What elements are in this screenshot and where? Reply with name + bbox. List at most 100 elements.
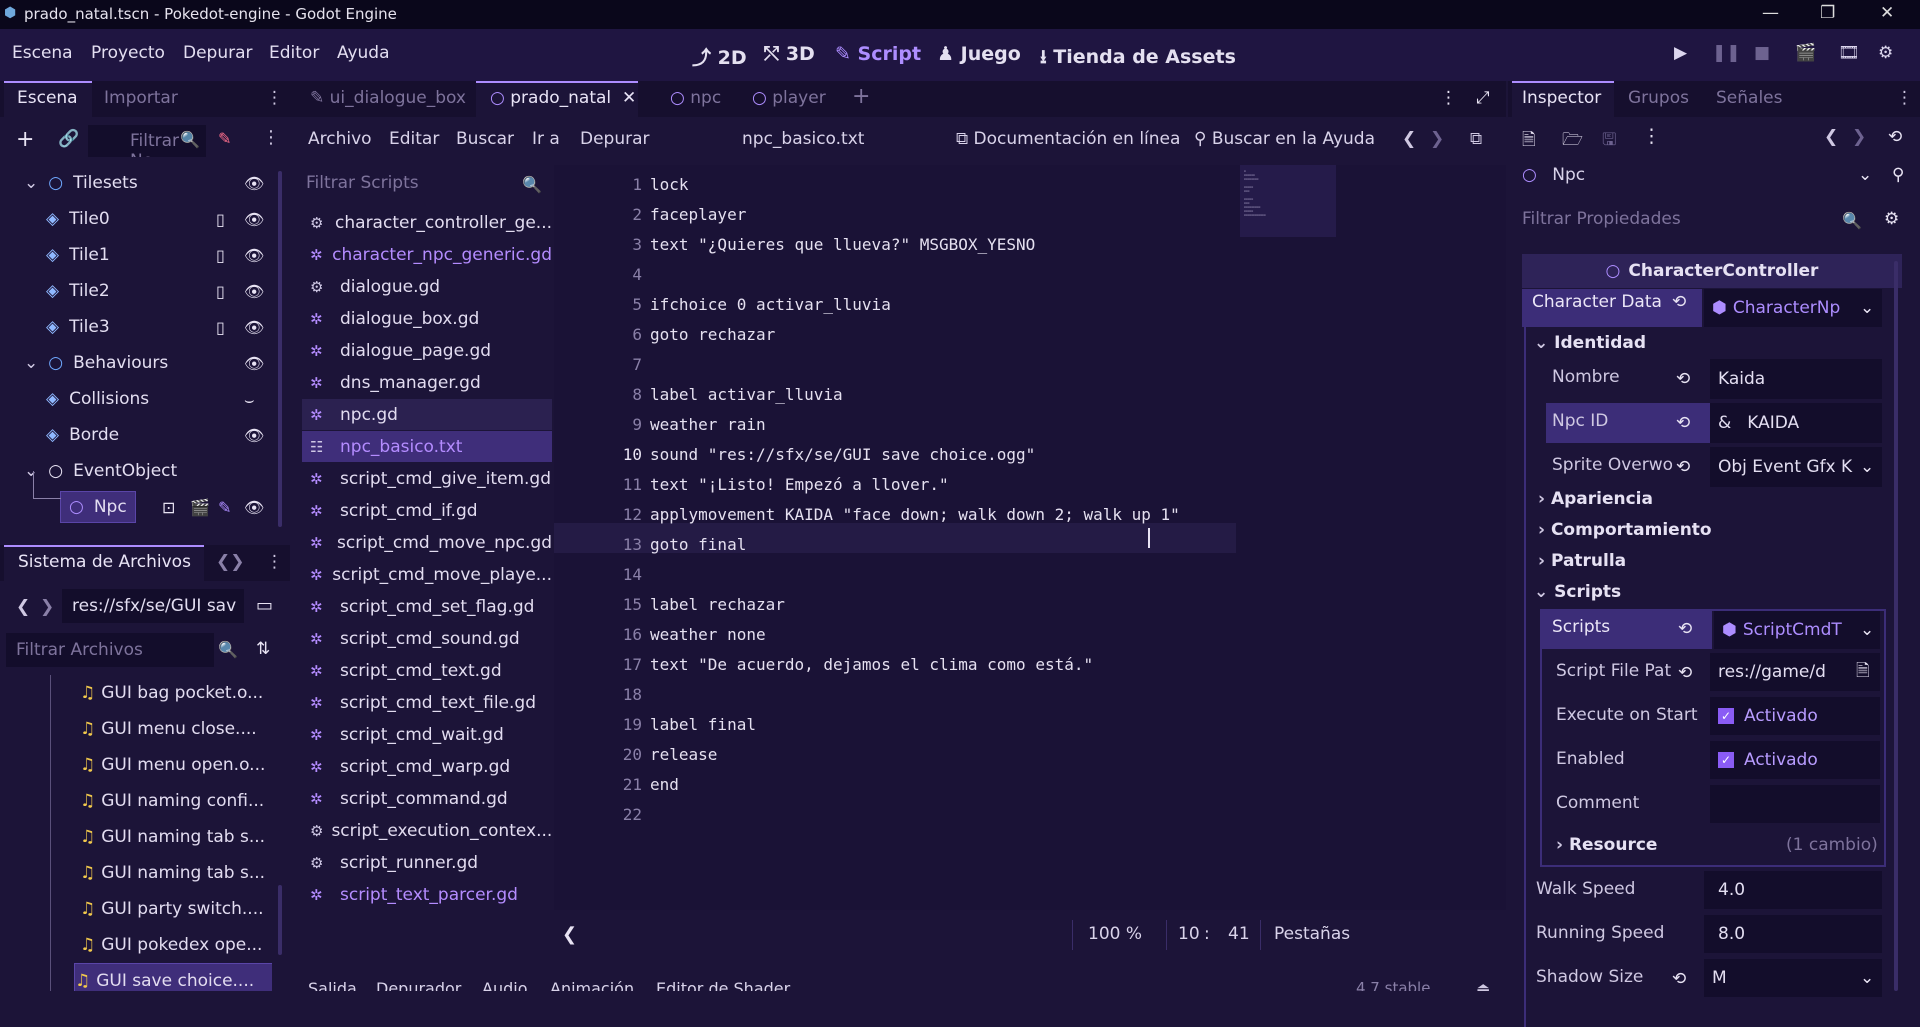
script-file-field[interactable]: res://game/d 🗎	[1710, 653, 1880, 691]
tab-player[interactable]: ○ player	[752, 88, 826, 108]
menu-archivo[interactable]: Archivo	[308, 129, 372, 149]
file-item[interactable]: ♫ GUI pokedex ope...	[80, 927, 272, 963]
forward-icon[interactable]: ❯	[40, 597, 54, 617]
minimap[interactable]: ▬ ▬▬▬▬▬▬ ▬▬▬▬▬▬▬▬ ▬▬▬▬▬ ▬▬▬ ▬▬▬▬▬ ▬▬▬ ▬▬▬▬▬▬▬▬▬…	[1240, 165, 1336, 237]
pin-icon[interactable]: ⏏	[1476, 979, 1490, 991]
tab-shader-editor[interactable]: Editor de Shader	[656, 979, 790, 991]
section-apariencia[interactable]: › Apariencia	[1538, 489, 1653, 509]
menu-dots-icon[interactable]: ⋮	[1642, 125, 1661, 147]
script-list-item[interactable]: ✲ script_cmd_set_flag.gd	[302, 591, 552, 622]
script-list-item[interactable]: ⚙ script_runner.gd	[302, 847, 552, 878]
next-icon[interactable]: ❯	[1430, 129, 1444, 149]
scene-tree-item[interactable]: ◈ Tile0	[46, 203, 110, 235]
script-list-item[interactable]: ✲ character_npc_generic.gd	[302, 239, 552, 270]
script-list-item[interactable]: ✲ dialogue_page.gd	[302, 335, 552, 366]
revert-icon[interactable]: ⟲	[1676, 457, 1690, 477]
revert-icon[interactable]: ⟲	[1672, 969, 1686, 989]
float-window-icon[interactable]: ⧉	[1470, 129, 1482, 149]
prev-icon[interactable]: ❮	[1402, 129, 1416, 149]
chevron-down-icon[interactable]: ⌄	[24, 353, 38, 373]
add-node-icon[interactable]: +	[16, 127, 34, 152]
script-list-item[interactable]: ✲ script_cmd_move_npc.gd	[302, 527, 552, 558]
visibility-icon[interactable]: 👁	[244, 210, 264, 229]
menu-dots-icon[interactable]: ⋮	[1440, 88, 1457, 108]
link-icon[interactable]: 🔗	[58, 129, 79, 149]
workspace-assetlib[interactable]: ⭳ Tienda de Assets	[1040, 43, 1236, 75]
property-filter-input[interactable]: Filtrar Propiedades	[1522, 209, 1852, 237]
nombre-field[interactable]: Kaida	[1710, 359, 1882, 399]
file-item[interactable]: ♫ GUI save choice....	[74, 963, 272, 991]
close-window-icon[interactable]: ✕	[1880, 3, 1894, 23]
npc-id-field[interactable]: & KAIDA	[1710, 403, 1882, 443]
open-folder-icon[interactable]: 🗁	[1562, 127, 1583, 156]
comment-field[interactable]	[1710, 785, 1880, 823]
scene-tree-item[interactable]: ◈ Borde	[46, 419, 119, 451]
section-resource[interactable]: › Resource	[1556, 835, 1657, 855]
tab-depurador[interactable]: Depurador	[376, 979, 461, 991]
visibility-icon[interactable]: 👁	[244, 282, 264, 301]
script-icon[interactable]: ▯	[216, 318, 225, 337]
script-icon[interactable]: ▯	[216, 282, 225, 301]
stop-icon[interactable]: ■	[1754, 43, 1770, 63]
script-list-item[interactable]: ✲ script_cmd_wait.gd	[302, 719, 552, 750]
enabled-checkbox[interactable]: ✓ Activado	[1710, 741, 1880, 779]
menu-dots-icon[interactable]: ⋮	[266, 88, 283, 108]
execute-checkbox[interactable]: ✓ Activado	[1710, 697, 1880, 735]
menu-depurar-script[interactable]: Depurar	[580, 129, 650, 149]
script-list-item[interactable]: ✲ script_cmd_give_item.gd	[302, 463, 552, 494]
visibility-icon[interactable]: 👁	[244, 498, 264, 517]
visibility-icon[interactable]: 👁	[244, 426, 264, 445]
script-list-item[interactable]: ✲ script_text_parcer.gd	[302, 879, 552, 910]
pause-icon[interactable]: ❚❚	[1712, 43, 1741, 63]
file-item[interactable]: ♫ GUI naming tab s...	[80, 855, 272, 891]
section-scripts[interactable]: ⌄ Scripts	[1534, 582, 1621, 602]
scene-tree-item[interactable]: ◈ Collisions	[46, 383, 149, 415]
add-tab-icon[interactable]: +	[852, 84, 870, 109]
revert-icon[interactable]: ⟲	[1676, 413, 1690, 433]
character-data-value[interactable]: ⬢ CharacterNp ⌄	[1704, 289, 1882, 327]
menu-escena[interactable]: Escena	[12, 43, 73, 63]
menu-buscar[interactable]: Buscar	[456, 129, 514, 149]
play-icon[interactable]: ▶	[1674, 43, 1687, 63]
script-list-item[interactable]: ✲ dns_manager.gd	[302, 367, 552, 398]
history-icon[interactable]: ⟲	[1888, 127, 1902, 147]
script-list-item[interactable]: ☷ npc_basico.txt	[302, 431, 552, 462]
file-icon[interactable]: 🗎	[1856, 658, 1870, 687]
script-list-item[interactable]: ⚙ dialogue.gd	[302, 271, 552, 302]
file-item[interactable]: ♫ GUI naming confi...	[80, 783, 272, 819]
online-docs-link[interactable]: ⧉ Documentación en línea	[956, 129, 1180, 149]
script-list-item[interactable]: ✲ script_command.gd	[302, 783, 552, 814]
fs-scrollbar[interactable]	[278, 885, 282, 955]
code-editor[interactable]: 1 2 3 4 5 6 7 8 9 10 11 12 13 14 15 16 17 18 19 20 21 22 lock…	[554, 165, 1506, 910]
script-list-item[interactable]: ✲ script_cmd_if.gd	[302, 495, 552, 526]
menu-ir-a[interactable]: Ir a	[532, 129, 560, 149]
tab-escena[interactable]: Escena	[17, 88, 78, 108]
path-field[interactable]: res://sfx/se/GUI sav	[62, 589, 244, 623]
workspace-juego[interactable]: ♟ Juego	[937, 43, 1021, 65]
instance-icon[interactable]: ⊡	[162, 498, 175, 517]
zoom-level[interactable]: 100 %	[1088, 924, 1142, 944]
script-list-item[interactable]: ⚙ script_execution_contex...	[302, 815, 552, 846]
inspector-scrollbar[interactable]	[1894, 261, 1898, 991]
object-tool-icon[interactable]: ⚲	[1892, 165, 1904, 185]
play-custom-icon[interactable]: 🎞	[1838, 43, 1860, 63]
script-icon[interactable]: ▯	[216, 210, 225, 229]
tab-grupos[interactable]: Grupos	[1628, 88, 1689, 108]
script-icon[interactable]: ▯	[216, 246, 225, 265]
shadow-size-dropdown[interactable]: M ⌄	[1704, 959, 1882, 997]
script-list-item[interactable]: ✲ script_cmd_text_file.gd	[302, 687, 552, 718]
menu-dots-icon[interactable]: ⋮	[1896, 88, 1913, 108]
script-list-item[interactable]: ✲ dialogue_box.gd	[302, 303, 552, 334]
scene-scrollbar[interactable]	[278, 171, 282, 527]
split-view-icon[interactable]: ▭	[256, 595, 273, 616]
scene-tree-item[interactable]: ○ Npc	[60, 491, 136, 523]
tab-filesystem[interactable]: Sistema de Archivos	[18, 552, 191, 572]
history-back-icon[interactable]: ❮	[1824, 127, 1838, 147]
menu-dots-icon[interactable]: ⋮	[262, 127, 280, 148]
tab-animacion[interactable]: Animación	[550, 979, 634, 991]
fullscreen-icon[interactable]: ⤢	[1476, 88, 1490, 108]
revert-icon[interactable]: ⟲	[1678, 619, 1692, 639]
new-resource-icon[interactable]: 🗎	[1522, 127, 1536, 156]
menu-ayuda[interactable]: Ayuda	[337, 43, 390, 63]
visibility-icon[interactable]: 👁	[244, 354, 264, 373]
